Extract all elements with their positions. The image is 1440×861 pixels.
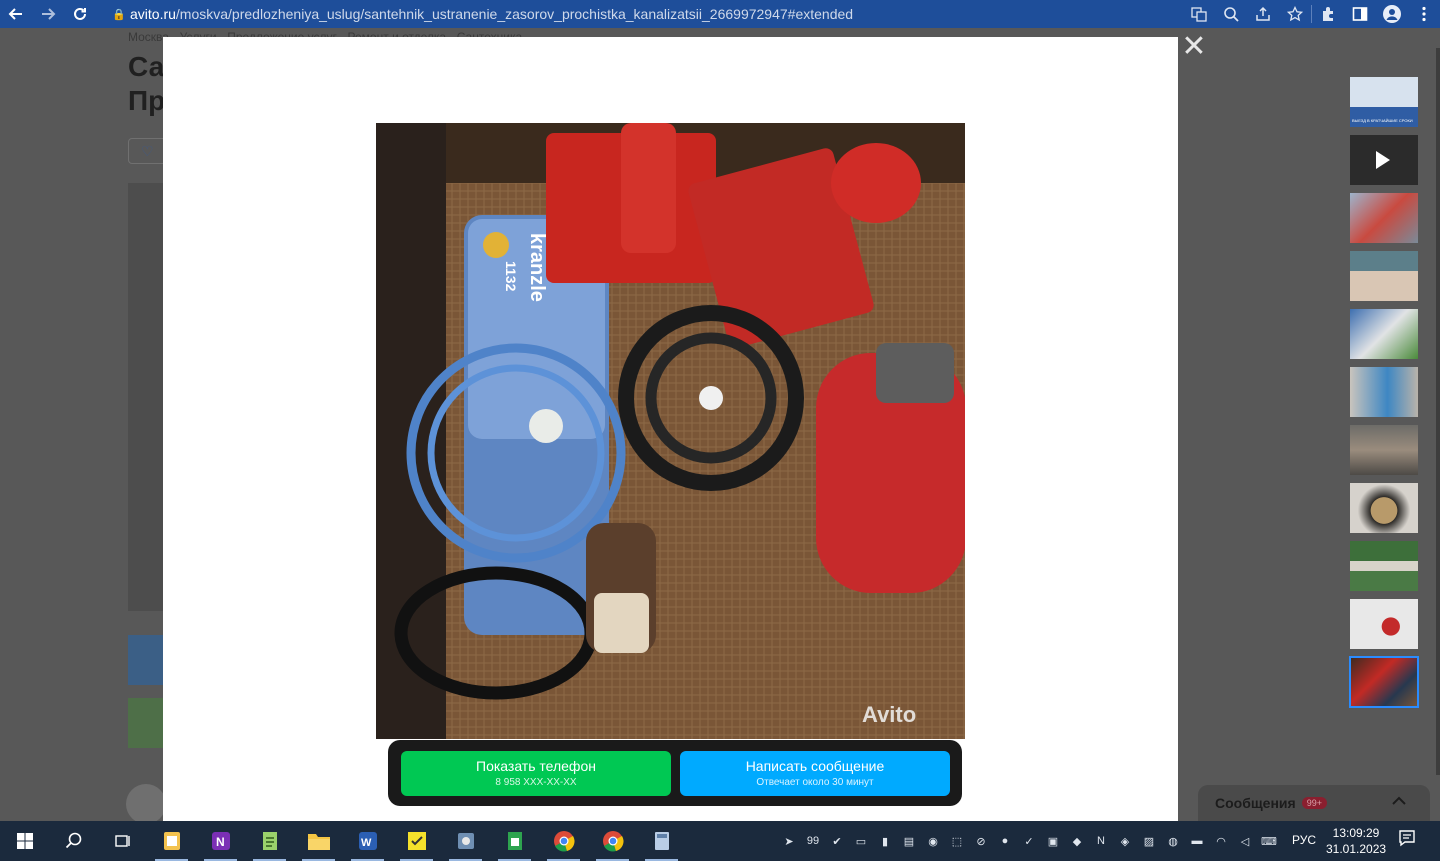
wifi-icon[interactable]: ◠ (1209, 821, 1233, 861)
windows-start-icon[interactable] (0, 821, 49, 861)
show-phone-button[interactable]: Показать телефон 8 958 XXX-XX-XX (401, 751, 671, 796)
thumbnail-7[interactable] (1350, 425, 1418, 475)
record-tray-icon[interactable]: ◉ (921, 821, 945, 861)
svg-text:N: N (216, 835, 225, 849)
close-icon[interactable]: ✕ (1180, 32, 1208, 62)
thumbnail-4[interactable] (1350, 251, 1418, 301)
notepad-app-icon[interactable] (245, 821, 294, 861)
forward-icon[interactable] (32, 0, 64, 28)
avito-watermark: Avito (862, 702, 916, 727)
sticky-notes-icon[interactable] (392, 821, 441, 861)
thumbnail-6[interactable] (1350, 367, 1418, 417)
search-icon[interactable] (49, 821, 98, 861)
calculator-app-icon[interactable] (637, 821, 686, 861)
explorer-folder-icon[interactable] (294, 821, 343, 861)
windows-taskbar: N W ➤ 99 ✔ ▭ ▮ ▤ ◉ ⬚ ⊘ ● ✓ ▣ ◆ N ◈ ▨ ◍ ▬… (0, 821, 1440, 861)
url-text: avito.ru/moskva/predlozheniya_uslug/sant… (130, 6, 854, 22)
spreadsheet-app-icon[interactable] (490, 821, 539, 861)
odnoklassniki-tray-icon[interactable]: ◍ (1161, 821, 1185, 861)
svg-text:W: W (361, 837, 372, 849)
system-tray: ➤ 99 ✔ ▭ ▮ ▤ ◉ ⬚ ⊘ ● ✓ ▣ ◆ N ◈ ▨ ◍ ▬ ◠ ◁… (777, 821, 1281, 861)
monitor-tray-icon[interactable]: ▭ (849, 821, 873, 861)
messages-count-badge: 99+ (1301, 797, 1327, 809)
word-app-icon[interactable]: W (343, 821, 392, 861)
chevron-up-icon[interactable] (1392, 793, 1406, 809)
photo-brand-label: kranzle (526, 233, 548, 302)
thumbnail-video[interactable] (1350, 135, 1418, 185)
side-panel-icon[interactable] (1344, 0, 1376, 28)
network-share-tray-icon[interactable]: ◆ (1065, 821, 1089, 861)
messages-widget[interactable]: Сообщения 99+ (1198, 785, 1430, 821)
onenote-tray-icon[interactable]: N (1089, 821, 1113, 861)
photo-model-label: 1132 (503, 261, 519, 292)
battery-icon[interactable]: ▬ (1185, 821, 1209, 861)
image-tray-icon[interactable]: ▨ (1137, 821, 1161, 861)
notes-tray-icon[interactable]: ▤ (897, 821, 921, 861)
thumbnail-3[interactable] (1350, 193, 1418, 243)
thumbnail-strip: ВЫЕЗД В КРАТЧАЙШИЕ СРОКИ (1349, 77, 1419, 715)
messages-label: Сообщения (1215, 795, 1296, 811)
shield-tray-icon[interactable]: ✔ (825, 821, 849, 861)
chrome-profile-app-icon[interactable] (588, 821, 637, 861)
thumbnail-9[interactable] (1350, 541, 1418, 591)
task-view-icon[interactable] (98, 821, 147, 861)
page-thumbnail[interactable] (128, 698, 168, 748)
lock-icon: 🔒 (112, 8, 126, 21)
app-tray-icon[interactable]: ● (993, 821, 1017, 861)
sticky-tray-icon[interactable]: ✓ (1017, 821, 1041, 861)
write-message-button[interactable]: Написать сообщение Отвечает около 30 мин… (680, 751, 950, 796)
window-tray-icon[interactable]: ▣ (1041, 821, 1065, 861)
onenote-app-icon[interactable]: N (196, 821, 245, 861)
contact-action-bar: Показать телефон 8 958 XXX-XX-XX Написат… (388, 740, 962, 806)
thumbnail-1[interactable]: ВЫЕЗД В КРАТЧАЙШИЕ СРОКИ (1350, 77, 1418, 127)
page-thumbnail[interactable] (128, 635, 168, 685)
clock[interactable]: 13:09:29 31.01.2023 (1326, 825, 1386, 857)
image-viewer-modal: Avito kranzle 1132 (163, 37, 1178, 821)
block-tray-icon[interactable]: ⊘ (969, 821, 993, 861)
extensions-icon[interactable] (1312, 0, 1344, 28)
thumbnail-10[interactable] (1350, 599, 1418, 649)
page-title: Са Пр (128, 51, 166, 116)
bookmark-star-icon[interactable] (1279, 0, 1311, 28)
document-tray-icon[interactable]: ▮ (873, 821, 897, 861)
keyboard-icon[interactable]: ⌨ (1257, 821, 1281, 861)
zoom-icon[interactable] (1215, 0, 1247, 28)
reload-icon[interactable] (64, 0, 96, 28)
tray-badge[interactable]: 99 (801, 821, 825, 861)
thumbnail-11[interactable] (1349, 656, 1419, 708)
back-icon[interactable] (0, 0, 32, 28)
browser-menu-icon[interactable] (1408, 0, 1440, 28)
chrome-app-icon[interactable] (539, 821, 588, 861)
thumbnail-5[interactable] (1350, 309, 1418, 359)
capture-tray-icon[interactable]: ⬚ (945, 821, 969, 861)
main-photo[interactable]: Avito kranzle 1132 (376, 123, 965, 739)
thumbnail-caption: ВЫЕЗД В КРАТЧАЙШИЕ СРОКИ (1352, 118, 1413, 123)
notification-center-icon[interactable] (1395, 829, 1419, 853)
address-bar[interactable]: 🔒 avito.ru/moskva/predlozheniya_uslug/sa… (112, 2, 1306, 26)
utility-app-icon[interactable] (441, 821, 490, 861)
page-scrollbar[interactable] (1436, 48, 1440, 775)
browser-toolbar: 🔒 avito.ru/moskva/predlozheniya_uslug/sa… (0, 0, 1440, 28)
anydesk-tray-icon[interactable]: ◈ (1113, 821, 1137, 861)
volume-icon[interactable]: ◁ (1233, 821, 1257, 861)
play-icon (1376, 151, 1390, 169)
page-floating-button[interactable] (126, 784, 166, 821)
language-indicator[interactable]: РУС (1292, 833, 1316, 847)
profile-avatar-icon[interactable] (1376, 0, 1408, 28)
translate-icon[interactable] (1183, 0, 1215, 28)
file-manager-app-icon[interactable] (147, 821, 196, 861)
thumbnail-8[interactable] (1350, 483, 1418, 533)
telegram-tray-icon[interactable]: ➤ (777, 821, 801, 861)
share-icon[interactable] (1247, 0, 1279, 28)
